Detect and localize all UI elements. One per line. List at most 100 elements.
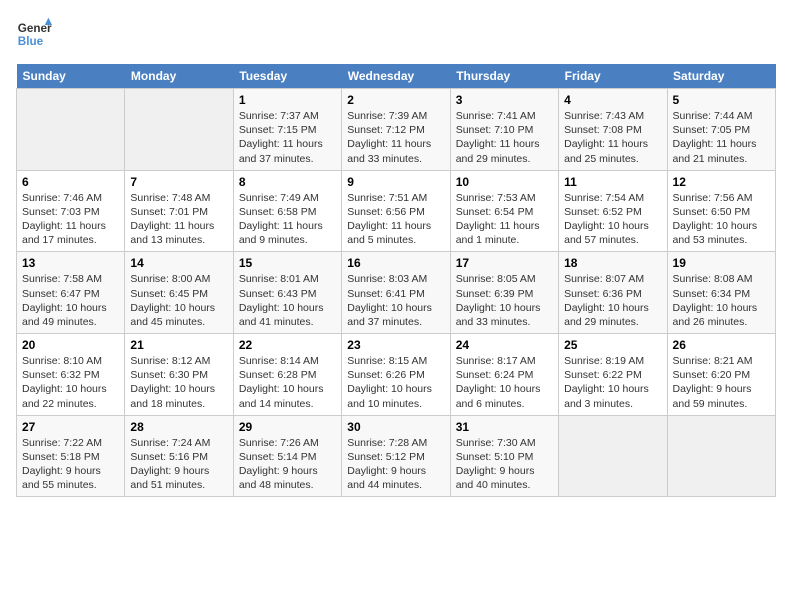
day-cell: 10 Sunrise: 7:53 AM Sunset: 6:54 PM Dayli… [450,170,558,252]
day-number: 11 [564,175,661,189]
day-info: Sunrise: 8:15 AM Sunset: 6:26 PM Dayligh… [347,354,444,411]
day-info: Sunrise: 7:28 AM Sunset: 5:12 PM Dayligh… [347,436,444,493]
day-cell: 19 Sunrise: 8:08 AM Sunset: 6:34 PM Dayli… [667,252,775,334]
week-row-3: 13 Sunrise: 7:58 AM Sunset: 6:47 PM Dayli… [17,252,776,334]
day-number: 10 [456,175,553,189]
day-info: Sunrise: 8:21 AM Sunset: 6:20 PM Dayligh… [673,354,770,411]
day-info: Sunrise: 7:56 AM Sunset: 6:50 PM Dayligh… [673,191,770,248]
day-info: Sunrise: 8:19 AM Sunset: 6:22 PM Dayligh… [564,354,661,411]
day-number: 13 [22,256,119,270]
day-info: Sunrise: 8:17 AM Sunset: 6:24 PM Dayligh… [456,354,553,411]
day-cell: 14Sunrise: 8:00 AM Sunset: 6:45 PM Dayli… [125,252,233,334]
day-number: 6 [22,175,119,189]
week-row-5: 27 Sunrise: 7:22 AM Sunset: 5:18 PM Dayli… [17,415,776,497]
day-info: Sunrise: 7:46 AM Sunset: 7:03 PM Dayligh… [22,191,119,248]
col-header-thursday: Thursday [450,64,558,89]
svg-text:Blue: Blue [18,35,44,48]
day-info: Sunrise: 7:58 AM Sunset: 6:47 PM Dayligh… [22,272,119,329]
day-number: 19 [673,256,770,270]
day-cell: 8Sunrise: 7:49 AM Sunset: 6:58 PM Daylig… [233,170,341,252]
day-info: Sunrise: 7:22 AM Sunset: 5:18 PM Dayligh… [22,436,119,493]
day-cell [667,415,775,497]
day-info: Sunrise: 8:03 AM Sunset: 6:41 PM Dayligh… [347,272,444,329]
day-cell: 4 Sunrise: 7:43 AM Sunset: 7:08 PM Daylig… [559,89,667,171]
day-number: 18 [564,256,661,270]
day-cell: 17Sunrise: 8:05 AM Sunset: 6:39 PM Dayli… [450,252,558,334]
day-cell: 24Sunrise: 8:17 AM Sunset: 6:24 PM Dayli… [450,334,558,416]
day-cell: 5 Sunrise: 7:44 AM Sunset: 7:05 PM Daylig… [667,89,775,171]
day-number: 5 [673,93,770,107]
logo-icon: General Blue [16,16,52,52]
day-cell: 30Sunrise: 7:28 AM Sunset: 5:12 PM Dayli… [342,415,450,497]
day-cell: 31 Sunrise: 7:30 AM Sunset: 5:10 PM Dayli… [450,415,558,497]
day-number: 9 [347,175,444,189]
day-cell: 11 Sunrise: 7:54 AM Sunset: 6:52 PM Dayli… [559,170,667,252]
calendar-table: SundayMondayTuesdayWednesdayThursdayFrid… [16,64,776,497]
day-info: Sunrise: 7:30 AM Sunset: 5:10 PM Dayligh… [456,436,553,493]
day-cell: 1 Sunrise: 7:37 AM Sunset: 7:15 PM Daylig… [233,89,341,171]
col-header-tuesday: Tuesday [233,64,341,89]
day-cell: 23 Sunrise: 8:15 AM Sunset: 6:26 PM Dayli… [342,334,450,416]
day-info: Sunrise: 7:51 AM Sunset: 6:56 PM Dayligh… [347,191,444,248]
day-number: 29 [239,420,336,434]
day-number: 12 [673,175,770,189]
day-cell: 15 Sunrise: 8:01 AM Sunset: 6:43 PM Dayli… [233,252,341,334]
day-info: Sunrise: 8:01 AM Sunset: 6:43 PM Dayligh… [239,272,336,329]
day-cell: 22 Sunrise: 8:14 AM Sunset: 6:28 PM Dayli… [233,334,341,416]
day-cell: 12 Sunrise: 7:56 AM Sunset: 6:50 PM Dayli… [667,170,775,252]
day-info: Sunrise: 8:08 AM Sunset: 6:34 PM Dayligh… [673,272,770,329]
header-row: SundayMondayTuesdayWednesdayThursdayFrid… [17,64,776,89]
col-header-wednesday: Wednesday [342,64,450,89]
week-row-2: 6 Sunrise: 7:46 AM Sunset: 7:03 PM Daylig… [17,170,776,252]
week-row-1: 1 Sunrise: 7:37 AM Sunset: 7:15 PM Daylig… [17,89,776,171]
day-info: Sunrise: 8:12 AM Sunset: 6:30 PM Dayligh… [130,354,227,411]
day-info: Sunrise: 8:14 AM Sunset: 6:28 PM Dayligh… [239,354,336,411]
col-header-friday: Friday [559,64,667,89]
day-number: 8 [239,175,336,189]
day-cell: 29Sunrise: 7:26 AM Sunset: 5:14 PM Dayli… [233,415,341,497]
day-cell [559,415,667,497]
day-info: Sunrise: 7:41 AM Sunset: 7:10 PM Dayligh… [456,109,553,166]
day-info: Sunrise: 7:53 AM Sunset: 6:54 PM Dayligh… [456,191,553,248]
day-number: 15 [239,256,336,270]
day-info: Sunrise: 7:24 AM Sunset: 5:16 PM Dayligh… [130,436,227,493]
day-info: Sunrise: 8:10 AM Sunset: 6:32 PM Dayligh… [22,354,119,411]
day-cell: 16 Sunrise: 8:03 AM Sunset: 6:41 PM Dayli… [342,252,450,334]
day-info: Sunrise: 7:44 AM Sunset: 7:05 PM Dayligh… [673,109,770,166]
day-number: 31 [456,420,553,434]
day-number: 16 [347,256,444,270]
day-number: 2 [347,93,444,107]
day-cell: 6 Sunrise: 7:46 AM Sunset: 7:03 PM Daylig… [17,170,125,252]
col-header-sunday: Sunday [17,64,125,89]
day-info: Sunrise: 7:39 AM Sunset: 7:12 PM Dayligh… [347,109,444,166]
day-number: 20 [22,338,119,352]
day-info: Sunrise: 7:37 AM Sunset: 7:15 PM Dayligh… [239,109,336,166]
day-number: 25 [564,338,661,352]
day-cell: 28 Sunrise: 7:24 AM Sunset: 5:16 PM Dayli… [125,415,233,497]
day-number: 28 [130,420,227,434]
day-number: 27 [22,420,119,434]
week-row-4: 20 Sunrise: 8:10 AM Sunset: 6:32 PM Dayli… [17,334,776,416]
col-header-monday: Monday [125,64,233,89]
day-number: 22 [239,338,336,352]
day-number: 7 [130,175,227,189]
day-cell: 20 Sunrise: 8:10 AM Sunset: 6:32 PM Dayli… [17,334,125,416]
day-cell: 9 Sunrise: 7:51 AM Sunset: 6:56 PM Daylig… [342,170,450,252]
day-cell: 26 Sunrise: 8:21 AM Sunset: 6:20 PM Dayli… [667,334,775,416]
day-number: 23 [347,338,444,352]
day-number: 3 [456,93,553,107]
day-number: 21 [130,338,227,352]
col-header-saturday: Saturday [667,64,775,89]
day-cell: 7Sunrise: 7:48 AM Sunset: 7:01 PM Daylig… [125,170,233,252]
day-cell: 18Sunrise: 8:07 AM Sunset: 6:36 PM Dayli… [559,252,667,334]
header: General Blue [16,16,776,52]
day-cell: 3 Sunrise: 7:41 AM Sunset: 7:10 PM Daylig… [450,89,558,171]
day-number: 26 [673,338,770,352]
day-number: 4 [564,93,661,107]
day-number: 1 [239,93,336,107]
day-cell [17,89,125,171]
day-cell: 13 Sunrise: 7:58 AM Sunset: 6:47 PM Dayli… [17,252,125,334]
day-info: Sunrise: 7:54 AM Sunset: 6:52 PM Dayligh… [564,191,661,248]
day-info: Sunrise: 7:43 AM Sunset: 7:08 PM Dayligh… [564,109,661,166]
day-cell: 21 Sunrise: 8:12 AM Sunset: 6:30 PM Dayli… [125,334,233,416]
